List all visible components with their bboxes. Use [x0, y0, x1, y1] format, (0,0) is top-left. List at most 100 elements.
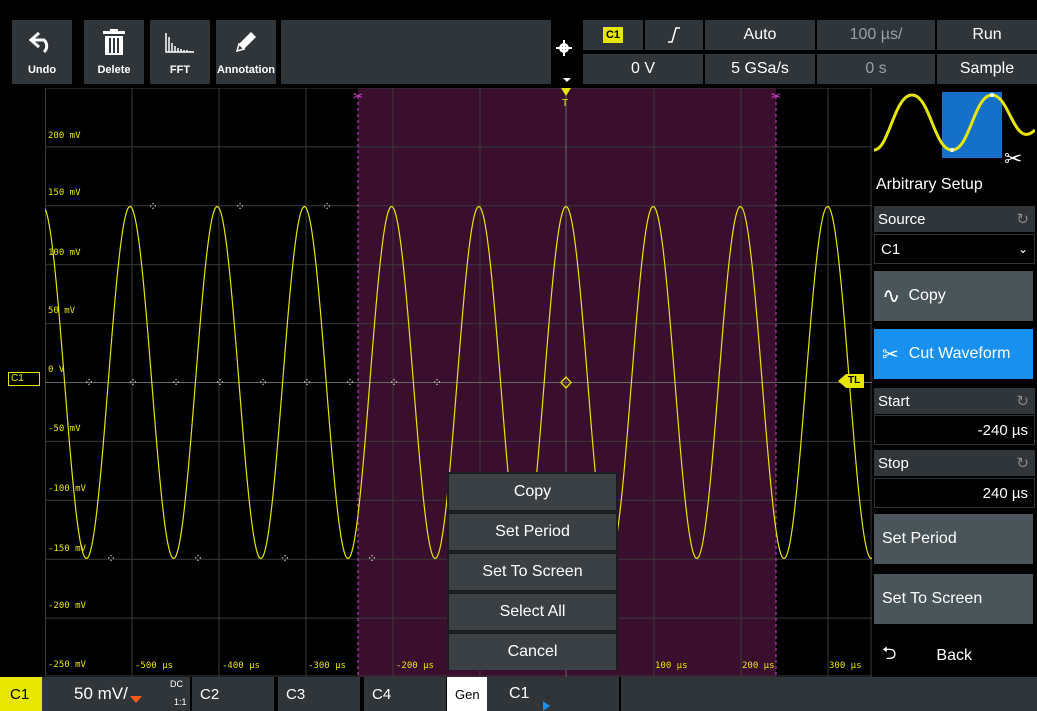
- pencil-icon: [233, 24, 259, 60]
- play-icon: [543, 701, 550, 711]
- y-label: 100 mV: [48, 248, 81, 258]
- source-select[interactable]: C1 ⌄: [874, 234, 1035, 264]
- source-value: C1: [881, 240, 901, 258]
- period-marker: ⁘: [367, 552, 377, 566]
- period-marker: ⁘: [106, 552, 116, 566]
- context-set-period[interactable]: Set Period: [449, 514, 616, 550]
- reset-icon[interactable]: ↻: [1016, 454, 1029, 472]
- cut-waveform-button[interactable]: ✂ Cut Waveform: [874, 329, 1033, 379]
- c1-offset-marker[interactable]: C1: [8, 372, 40, 386]
- reset-icon[interactable]: ↻: [1016, 392, 1029, 410]
- undo-icon: [29, 24, 55, 60]
- period-marker: ⁘: [84, 376, 94, 390]
- period-marker: ⁘: [389, 376, 399, 390]
- context-cancel[interactable]: Cancel: [449, 634, 616, 670]
- stop-input[interactable]: 240 µs: [874, 478, 1035, 508]
- period-marker: ⁘: [322, 200, 332, 214]
- period-marker: ⁘: [128, 376, 138, 390]
- x-label: -400 µs: [222, 661, 260, 671]
- period-marker: ⁘: [148, 200, 158, 214]
- fft-label: FFT: [169, 64, 191, 76]
- arbitrary-setup-panel: ✂ Arbitrary Setup Source ↻ C1 ⌄ ∿ Copy ✂…: [872, 88, 1037, 681]
- sample-rate[interactable]: 5 GSa/s: [705, 54, 815, 84]
- period-marker: ⁘: [302, 376, 312, 390]
- x-label: 200 µs: [742, 661, 775, 671]
- source-label: Source: [878, 210, 926, 228]
- cut-waveform-label: Cut Waveform: [908, 345, 1011, 362]
- scissors-icon: ✂: [882, 343, 899, 366]
- start-label: Start: [878, 392, 910, 410]
- period-marker: ⁘: [171, 376, 181, 390]
- c2-tab[interactable]: C2: [190, 677, 274, 711]
- period-marker: ⁘: [193, 552, 203, 566]
- back-button[interactable]: ⮌ Back: [874, 631, 1033, 681]
- undo-button[interactable]: Undo: [12, 20, 72, 84]
- stop-label: Stop: [878, 454, 909, 472]
- scissors-icon: ✂: [1004, 146, 1022, 171]
- gear-icon[interactable]: [556, 40, 572, 56]
- trigger-source[interactable]: C1: [583, 20, 643, 50]
- chevron-down-icon: [563, 78, 571, 82]
- y-label: -250 mV: [48, 660, 86, 670]
- y-label: 0 V: [48, 365, 65, 375]
- y-label: -200 mV: [48, 601, 86, 611]
- start-input[interactable]: -240 µs: [874, 415, 1035, 445]
- annotation-label: Annotation: [216, 64, 276, 76]
- period-marker: ⁘: [215, 376, 225, 390]
- trigger-slope[interactable]: [645, 20, 703, 50]
- copy-button[interactable]: ∿ Copy: [874, 271, 1033, 321]
- waveform-display[interactable]: ✂ ✂ T ⁘ ⁘ ⁘ ⁘ ⁘ ⁘ ⁘ ⁘ ⁘ ⁘ ⁘ ⁘ ⁘ ⁘ ⁘ ⁘ 200 mV 150 mV 100…: [0, 88, 872, 677]
- trigger-t-icon: T: [562, 98, 568, 109]
- gen-source: C1: [509, 685, 530, 702]
- y-label: 200 mV: [48, 131, 81, 141]
- annotation-button[interactable]: Annotation: [216, 20, 276, 84]
- x-label: 100 µs: [655, 661, 688, 671]
- start-header: Start ↻: [874, 388, 1035, 414]
- rising-edge-icon: [668, 27, 680, 43]
- y-label: -150 mV: [48, 544, 86, 554]
- run-state[interactable]: Run: [937, 20, 1037, 50]
- arbitrary-waveform-icon: ✂: [874, 92, 1035, 171]
- spectrum-icon: [165, 24, 195, 60]
- period-marker: ⁘: [432, 376, 442, 390]
- trigger-source-badge: C1: [602, 27, 624, 43]
- y-label: -50 mV: [48, 424, 81, 434]
- horizontal-offset[interactable]: 0 s: [817, 54, 935, 84]
- stop-header: Stop ↻: [874, 450, 1035, 476]
- context-copy[interactable]: Copy: [449, 474, 616, 510]
- context-select-all[interactable]: Select All: [449, 594, 616, 630]
- delete-button[interactable]: Delete: [84, 20, 144, 84]
- context-set-to-screen[interactable]: Set To Screen: [449, 554, 616, 590]
- period-marker: ⁘: [345, 376, 355, 390]
- fft-button[interactable]: FFT: [150, 20, 210, 84]
- trigger-mode[interactable]: Auto: [705, 20, 815, 50]
- gen-source-tab[interactable]: C1: [487, 677, 619, 711]
- panel-title: Arbitrary Setup: [876, 176, 983, 193]
- trigger-level[interactable]: 0 V: [583, 54, 703, 84]
- period-marker: ⁘: [280, 552, 290, 566]
- timebase-scale[interactable]: 100 µs/: [817, 20, 935, 50]
- gen-tab[interactable]: Gen: [447, 677, 487, 711]
- set-to-screen-button[interactable]: Set To Screen: [874, 574, 1033, 624]
- c1-scale: 50 mV/: [74, 684, 128, 703]
- y-label: -100 mV: [48, 484, 86, 494]
- acquisition-mode[interactable]: Sample: [937, 54, 1037, 84]
- delete-label: Delete: [97, 64, 131, 76]
- start-scissors-icon[interactable]: ✂: [353, 89, 363, 103]
- trash-icon: [103, 24, 125, 60]
- context-menu: Copy Set Period Set To Screen Select All…: [447, 472, 618, 670]
- copy-waveform-icon: ∿: [882, 283, 901, 308]
- back-icon: ⮌: [882, 643, 897, 663]
- c1-coupling: DC: [170, 679, 183, 689]
- c1-tab[interactable]: C1: [0, 677, 42, 711]
- c3-tab[interactable]: C3: [276, 677, 360, 711]
- c1-scale-tab[interactable]: 50 mV/ DC 1:1: [42, 677, 190, 711]
- x-label: -200 µs: [396, 661, 434, 671]
- c1-coupling-ratio: 1:1: [174, 697, 187, 707]
- channel-bar: C1 50 mV/ DC 1:1 C2 C3 C4 Gen C1: [0, 677, 1037, 711]
- c4-tab[interactable]: C4: [362, 677, 446, 711]
- undo-label: Undo: [27, 64, 57, 76]
- set-period-button[interactable]: Set Period: [874, 514, 1033, 564]
- reset-icon[interactable]: ↻: [1016, 210, 1029, 228]
- stop-scissors-icon[interactable]: ✂: [771, 89, 781, 103]
